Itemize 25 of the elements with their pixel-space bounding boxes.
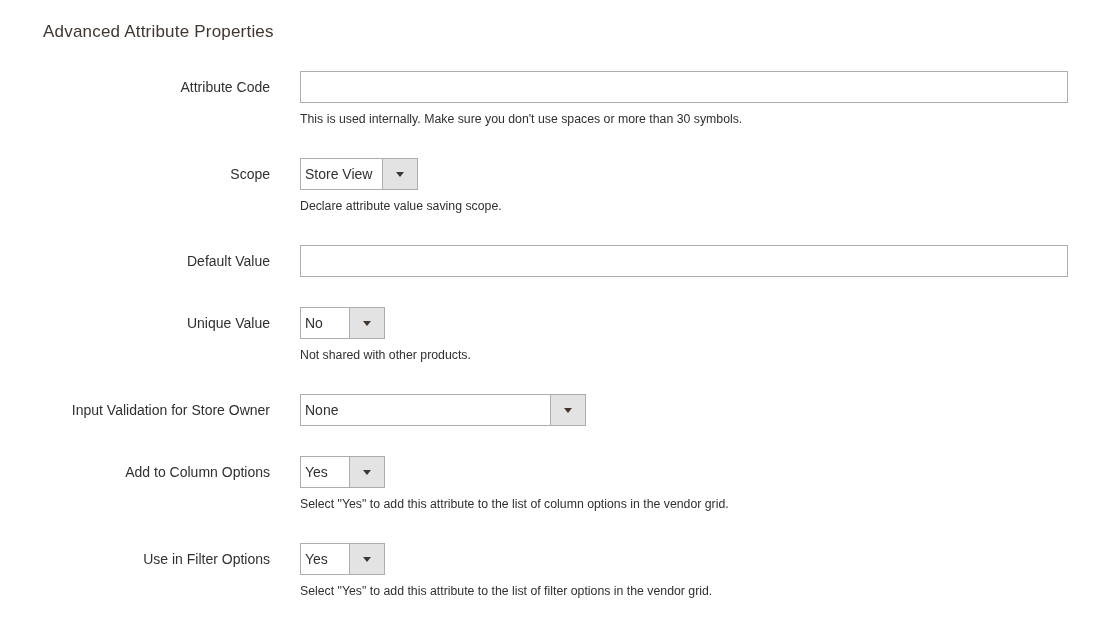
field-label: Unique Value	[185, 314, 270, 333]
caret-icon	[363, 469, 371, 475]
text-input-field[interactable]	[300, 245, 1068, 277]
field-note: Not shared with other products.	[300, 347, 471, 364]
field-note: This is used internally. Make sure you don't use spaces or more than 30 symbols.	[300, 111, 743, 128]
field-note: Declare attribute value saving scope.	[300, 198, 502, 215]
field-note: Select "Yes" to add this attribute to the list of filter options in the vendor grid.	[300, 583, 713, 600]
caret-icon	[396, 171, 405, 177]
dropdown-select[interactable]: None	[300, 394, 586, 426]
field-label: Add to Column Options	[124, 463, 270, 482]
section-title: Advanced Attribute Properties	[43, 22, 275, 42]
field-label: Attribute Code	[179, 78, 270, 97]
caret-icon	[564, 407, 572, 413]
field-label: Input Validation for Store Owner	[70, 401, 270, 420]
dropdown-select[interactable]: No	[300, 307, 385, 339]
field-note: Select "Yes" to add this attribute to the list of column options in the vendor grid.	[300, 496, 729, 513]
caret-icon	[363, 556, 371, 562]
dropdown-select[interactable]: Yes	[300, 543, 385, 575]
text-input-field[interactable]	[300, 71, 1068, 103]
field-label: Use in Filter Options	[142, 550, 270, 569]
caret-icon	[363, 320, 371, 326]
field-label: Default Value	[186, 252, 270, 271]
dropdown-select[interactable]: Yes	[300, 456, 385, 488]
field-label: Scope	[229, 165, 270, 184]
dropdown-select[interactable]: Store View	[300, 158, 419, 190]
